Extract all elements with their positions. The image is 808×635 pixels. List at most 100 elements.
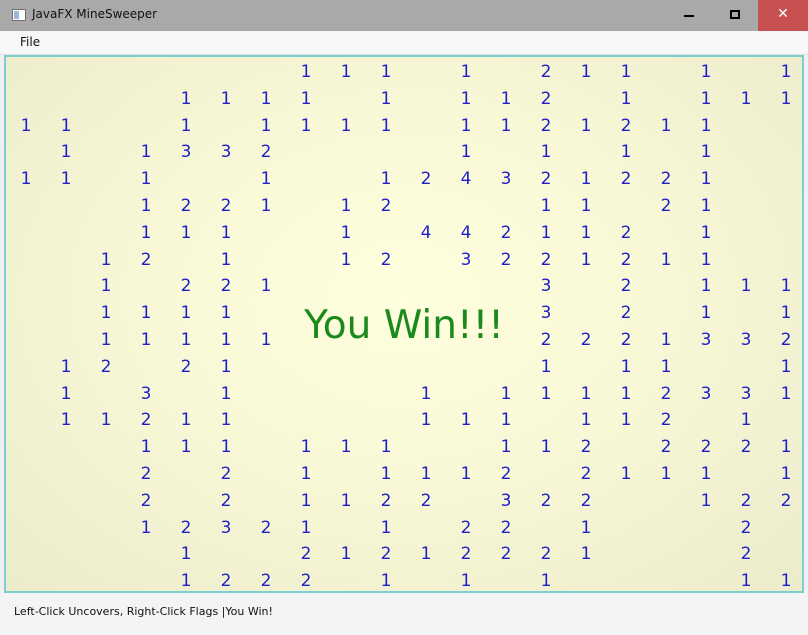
cell-number[interactable]: 2 [491, 250, 521, 270]
cell-number[interactable]: 1 [171, 223, 201, 243]
cell-number[interactable]: 1 [371, 116, 401, 136]
cell-number[interactable]: 1 [571, 116, 601, 136]
cell-number[interactable]: 2 [571, 491, 601, 511]
cell-number[interactable]: 2 [251, 518, 281, 538]
cell-number[interactable]: 1 [211, 410, 241, 430]
cell-number[interactable]: 1 [371, 169, 401, 189]
game-board[interactable]: 1111211111111111211111111111112121111332… [4, 55, 804, 593]
cell-number[interactable]: 1 [611, 89, 641, 109]
maximize-button[interactable] [712, 0, 758, 31]
cell-number[interactable]: 2 [211, 464, 241, 484]
cell-number[interactable]: 1 [611, 410, 641, 430]
cell-number[interactable]: 1 [691, 250, 721, 270]
cell-number[interactable]: 2 [531, 491, 561, 511]
cell-number[interactable]: 1 [51, 169, 81, 189]
cell-number[interactable]: 1 [651, 250, 681, 270]
cell-number[interactable]: 1 [771, 571, 801, 591]
cell-number[interactable]: 1 [331, 223, 361, 243]
cell-number[interactable]: 1 [771, 62, 801, 82]
menu-file[interactable]: File [12, 35, 48, 49]
cell-number[interactable]: 1 [411, 384, 441, 404]
cell-number[interactable]: 1 [451, 62, 481, 82]
cell-number[interactable]: 2 [171, 276, 201, 296]
cell-number[interactable]: 1 [531, 142, 561, 162]
cell-number[interactable]: 1 [131, 169, 161, 189]
cell-number[interactable]: 2 [651, 169, 681, 189]
cell-number[interactable]: 1 [491, 384, 521, 404]
cell-number[interactable]: 1 [291, 89, 321, 109]
cell-number[interactable]: 2 [371, 250, 401, 270]
cell-number[interactable]: 1 [371, 62, 401, 82]
cell-number[interactable]: 4 [451, 169, 481, 189]
cell-number[interactable]: 3 [211, 518, 241, 538]
cell-number[interactable]: 1 [691, 62, 721, 82]
cell-number[interactable]: 1 [251, 89, 281, 109]
cell-number[interactable]: 1 [571, 169, 601, 189]
cell-number[interactable]: 1 [211, 437, 241, 457]
cell-number[interactable]: 1 [211, 384, 241, 404]
cell-number[interactable]: 1 [571, 62, 601, 82]
cell-number[interactable]: 2 [211, 491, 241, 511]
cell-number[interactable]: 1 [331, 116, 361, 136]
cell-number[interactable]: 1 [51, 384, 81, 404]
cell-number[interactable]: 1 [771, 89, 801, 109]
cell-number[interactable]: 2 [491, 544, 521, 564]
cell-number[interactable]: 1 [131, 518, 161, 538]
cell-number[interactable]: 2 [211, 196, 241, 216]
cell-number[interactable]: 1 [571, 544, 601, 564]
cell-number[interactable]: 1 [291, 491, 321, 511]
close-button[interactable]: ✕ [758, 0, 808, 31]
cell-number[interactable]: 2 [531, 250, 561, 270]
cell-number[interactable]: 4 [411, 223, 441, 243]
cell-number[interactable]: 2 [611, 250, 641, 270]
cell-number[interactable]: 1 [251, 116, 281, 136]
cell-number[interactable]: 2 [371, 196, 401, 216]
cell-number[interactable]: 1 [131, 196, 161, 216]
cell-number[interactable]: 1 [731, 410, 761, 430]
cell-number[interactable]: 1 [171, 116, 201, 136]
cell-number[interactable]: 3 [491, 169, 521, 189]
cell-number[interactable]: 1 [691, 276, 721, 296]
cell-number[interactable]: 1 [291, 464, 321, 484]
cell-number[interactable]: 1 [291, 437, 321, 457]
cell-number[interactable]: 1 [51, 357, 81, 377]
cell-number[interactable]: 2 [771, 491, 801, 511]
cell-number[interactable]: 1 [731, 89, 761, 109]
cell-number[interactable]: 2 [571, 437, 601, 457]
cell-number[interactable]: 2 [371, 544, 401, 564]
minimize-button[interactable] [666, 0, 712, 31]
cell-number[interactable]: 3 [491, 491, 521, 511]
cell-number[interactable]: 1 [451, 410, 481, 430]
cell-number[interactable]: 1 [571, 223, 601, 243]
cell-number[interactable]: 1 [331, 250, 361, 270]
cell-number[interactable]: 1 [691, 142, 721, 162]
cell-number[interactable]: 1 [171, 410, 201, 430]
cell-number[interactable]: 2 [291, 571, 321, 591]
cell-number[interactable]: 1 [331, 62, 361, 82]
cell-number[interactable]: 1 [611, 464, 641, 484]
cell-number[interactable]: 2 [451, 518, 481, 538]
cell-number[interactable]: 1 [491, 89, 521, 109]
cell-number[interactable]: 1 [211, 357, 241, 377]
cell-number[interactable]: 2 [691, 437, 721, 457]
cell-number[interactable]: 2 [211, 571, 241, 591]
cell-number[interactable]: 2 [731, 544, 761, 564]
cell-number[interactable]: 1 [51, 116, 81, 136]
cell-number[interactable]: 1 [651, 357, 681, 377]
cell-number[interactable]: 1 [491, 116, 521, 136]
cell-number[interactable]: 2 [531, 62, 561, 82]
cell-number[interactable]: 1 [691, 464, 721, 484]
cell-number[interactable]: 2 [131, 410, 161, 430]
cell-number[interactable]: 1 [571, 250, 601, 270]
cell-number[interactable]: 1 [211, 250, 241, 270]
cell-number[interactable]: 1 [91, 276, 121, 296]
cell-number[interactable]: 2 [611, 169, 641, 189]
cell-number[interactable]: 1 [451, 116, 481, 136]
cell-number[interactable]: 1 [291, 62, 321, 82]
cell-number[interactable]: 2 [731, 518, 761, 538]
cell-number[interactable]: 1 [691, 223, 721, 243]
cell-number[interactable]: 1 [291, 518, 321, 538]
title-bar[interactable]: JavaFX MineSweeper ✕ [0, 0, 808, 31]
cell-number[interactable]: 3 [171, 142, 201, 162]
cell-number[interactable]: 1 [531, 384, 561, 404]
